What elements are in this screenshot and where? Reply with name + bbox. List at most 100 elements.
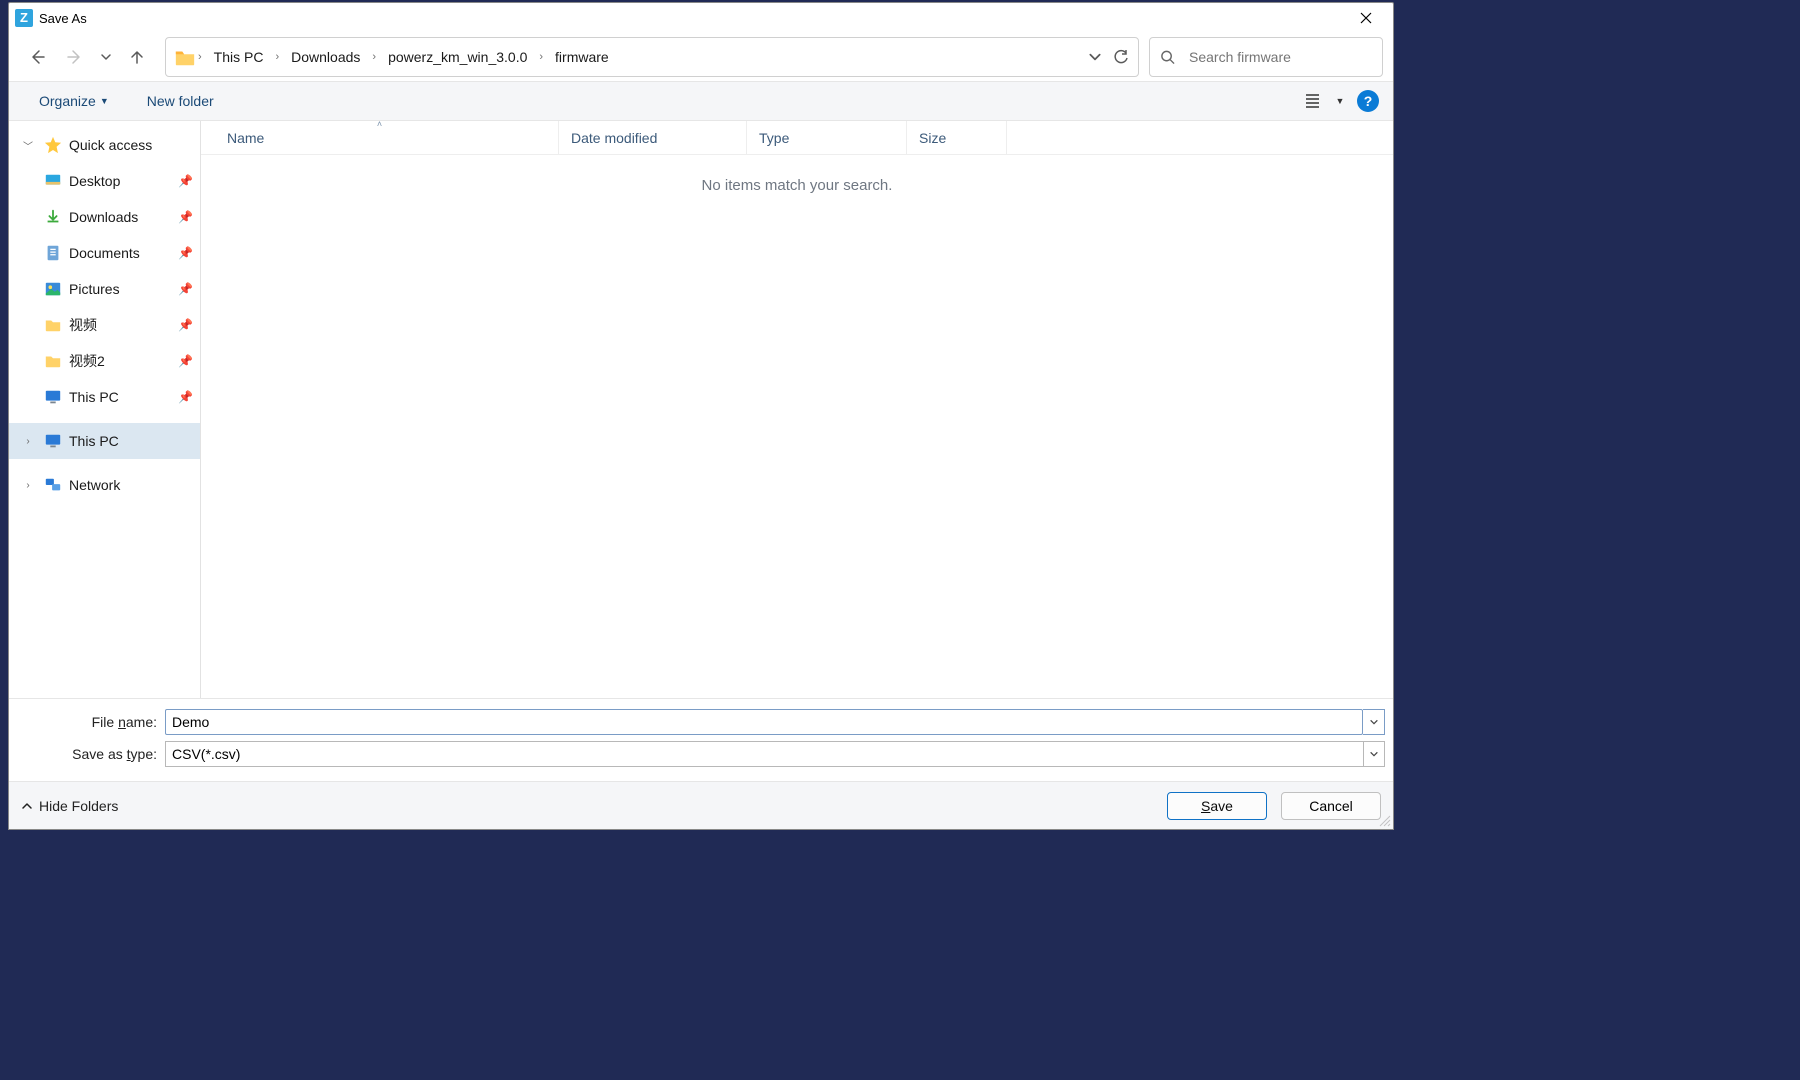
column-label: Date modified: [571, 130, 657, 146]
column-size[interactable]: Size: [907, 121, 1007, 154]
save-as-type-value: CSV(*.csv): [172, 746, 240, 762]
recent-locations-button[interactable]: [95, 39, 117, 75]
navigation-tree: ﹀ Quick access Desktop 📌 Downloads 📌 Doc…: [9, 121, 201, 698]
back-button[interactable]: [19, 39, 55, 75]
thispc-icon: [43, 431, 63, 451]
dialog-footer: Hide Folders Save Cancel: [9, 781, 1393, 829]
sort-ascending-icon: ˄: [377, 119, 382, 129]
help-icon: ?: [1364, 93, 1373, 109]
file-name-dropdown[interactable]: [1363, 709, 1385, 735]
arrow-left-icon: [28, 48, 46, 66]
file-name-input[interactable]: [165, 709, 1363, 735]
tree-this-pc[interactable]: › This PC: [9, 423, 200, 459]
help-button[interactable]: ?: [1357, 90, 1379, 112]
arrow-right-icon: [66, 48, 84, 66]
folder-icon: [174, 46, 196, 68]
folder-icon: [43, 315, 63, 335]
close-icon: [1360, 12, 1372, 24]
tree-item-documents[interactable]: Documents 📌: [9, 235, 200, 271]
pin-icon: 📌: [178, 390, 194, 404]
chevron-down-icon[interactable]: [1088, 50, 1102, 64]
organize-menu[interactable]: Organize ▼: [29, 87, 119, 115]
tree-item-label: This PC: [69, 389, 172, 405]
pin-icon: 📌: [178, 174, 194, 188]
arrow-up-icon: [128, 48, 146, 66]
save-as-type-combo[interactable]: CSV(*.csv): [165, 741, 1363, 767]
pin-icon: 📌: [178, 354, 194, 368]
breadcrumb-item[interactable]: powerz_km_win_3.0.0: [378, 38, 537, 76]
breadcrumb: › This PC › Downloads › powerz_km_win_3.…: [196, 38, 619, 76]
tree-item-downloads[interactable]: Downloads 📌: [9, 199, 200, 235]
tree-item-folder[interactable]: 视频2 📌: [9, 343, 200, 379]
caret-down-icon: ▼: [1336, 96, 1345, 106]
chevron-right-icon: ›: [196, 51, 204, 63]
hide-folders-label: Hide Folders: [39, 798, 118, 814]
forward-button[interactable]: [57, 39, 93, 75]
tree-item-folder[interactable]: 视频 📌: [9, 307, 200, 343]
view-options-button[interactable]: [1297, 87, 1331, 115]
save-button[interactable]: Save: [1167, 792, 1267, 820]
nav-row: › This PC › Downloads › powerz_km_win_3.…: [9, 33, 1393, 81]
search-box[interactable]: [1149, 37, 1383, 77]
chevron-down-icon[interactable]: ﹀: [19, 138, 37, 153]
up-button[interactable]: [119, 39, 155, 75]
form-area: File name: Save as type: CSV(*.csv): [9, 698, 1393, 781]
caret-down-icon: ▼: [100, 96, 109, 106]
star-icon: [43, 135, 63, 155]
desktop-icon: [43, 171, 63, 191]
resize-grip-icon[interactable]: [1379, 815, 1391, 827]
tree-network[interactable]: › Network: [9, 467, 200, 503]
network-icon: [43, 475, 63, 495]
thispc-icon: [43, 387, 63, 407]
list-view-icon: [1305, 93, 1323, 109]
tree-item-label: Pictures: [69, 281, 172, 297]
app-icon: [15, 9, 33, 27]
tree-item-label: Network: [69, 477, 194, 493]
file-name-label: File name:: [17, 714, 157, 730]
column-headers: ˄ Name Date modified Type Size: [201, 121, 1393, 155]
chevron-up-icon: [21, 800, 33, 812]
tree-item-desktop[interactable]: Desktop 📌: [9, 163, 200, 199]
hide-folders-toggle[interactable]: Hide Folders: [21, 798, 118, 814]
chevron-down-icon: [100, 51, 112, 63]
view-options-dropdown[interactable]: ▼: [1331, 87, 1349, 115]
column-label: Type: [759, 130, 789, 146]
dialog-body: ﹀ Quick access Desktop 📌 Downloads 📌 Doc…: [9, 121, 1393, 698]
new-folder-button[interactable]: New folder: [137, 87, 224, 115]
chevron-right-icon[interactable]: ›: [19, 480, 37, 491]
search-icon: [1160, 49, 1175, 65]
tree-item-this-pc-pinned[interactable]: This PC 📌: [9, 379, 200, 415]
tree-item-pictures[interactable]: Pictures 📌: [9, 271, 200, 307]
breadcrumb-item[interactable]: This PC: [204, 38, 274, 76]
pictures-icon: [43, 279, 63, 299]
column-type[interactable]: Type: [747, 121, 907, 154]
tree-item-label: Desktop: [69, 173, 172, 189]
save-as-type-dropdown[interactable]: [1363, 741, 1385, 767]
tree-item-label: 视频: [69, 315, 172, 335]
tree-item-label: This PC: [69, 433, 194, 449]
tree-item-label: 视频2: [69, 351, 172, 371]
tree-quick-access[interactable]: ﹀ Quick access: [9, 127, 200, 163]
new-folder-label: New folder: [147, 93, 214, 109]
search-input[interactable]: [1187, 48, 1372, 66]
save-as-dialog: Save As › This PC › Dow: [8, 2, 1394, 830]
column-name[interactable]: ˄ Name: [201, 121, 559, 154]
column-date[interactable]: Date modified: [559, 121, 747, 154]
close-button[interactable]: [1343, 3, 1389, 33]
window-title: Save As: [39, 11, 87, 26]
chevron-down-icon: [1369, 749, 1379, 759]
cancel-button[interactable]: Cancel: [1281, 792, 1381, 820]
pin-icon: 📌: [178, 282, 194, 296]
chevron-right-icon[interactable]: ›: [19, 436, 37, 447]
refresh-icon[interactable]: [1112, 48, 1130, 66]
cancel-label: Cancel: [1309, 798, 1353, 814]
empty-message: No items match your search.: [702, 177, 893, 194]
pin-icon: 📌: [178, 246, 194, 260]
tree-item-label: Documents: [69, 245, 172, 261]
address-bar[interactable]: › This PC › Downloads › powerz_km_win_3.…: [165, 37, 1139, 77]
tree-item-label: Quick access: [69, 137, 194, 153]
column-label: Name: [227, 130, 264, 146]
pin-icon: 📌: [178, 210, 194, 224]
breadcrumb-item[interactable]: Downloads: [281, 38, 370, 76]
breadcrumb-item[interactable]: firmware: [545, 38, 619, 76]
